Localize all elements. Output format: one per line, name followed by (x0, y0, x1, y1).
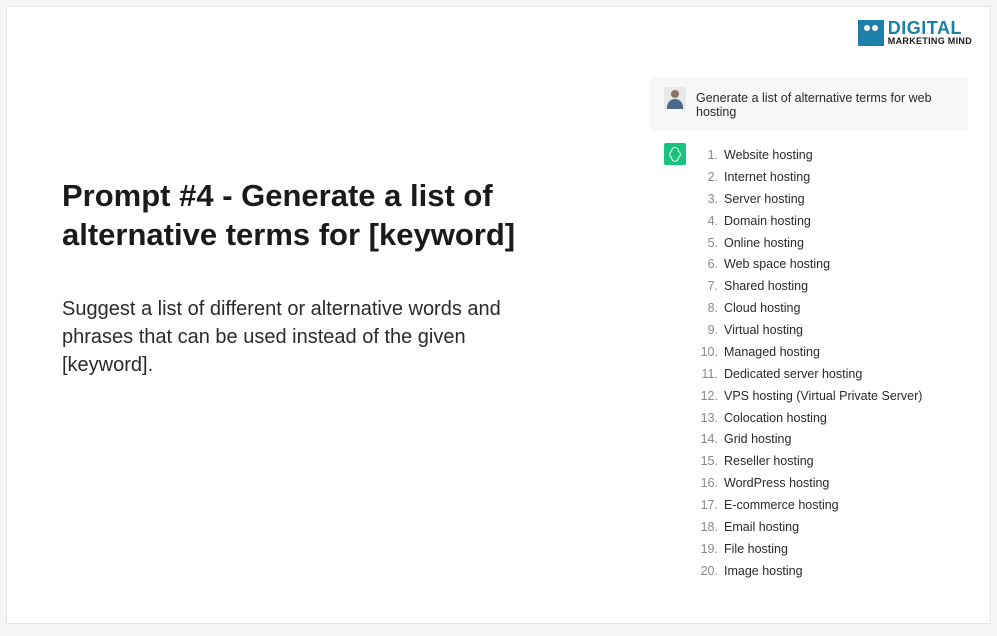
list-item: Domain hosting (700, 211, 922, 233)
list-item: Internet hosting (700, 167, 922, 189)
response-list: Website hosting Internet hosting Server … (700, 143, 922, 583)
list-item: Website hosting (700, 145, 922, 167)
slide-description: Suggest a list of different or alternati… (62, 295, 522, 379)
logo-text-bottom: MARKETING MIND (888, 37, 972, 46)
list-item: Cloud hosting (700, 298, 922, 320)
list-item: Web space hosting (700, 254, 922, 276)
slide-page: DIGITAL MARKETING MIND Prompt #4 - Gener… (6, 6, 991, 624)
list-item: Grid hosting (700, 429, 922, 451)
user-avatar-icon (664, 87, 686, 109)
user-prompt-box: Generate a list of alternative terms for… (650, 77, 968, 131)
ai-avatar-icon (664, 143, 686, 165)
slide-heading: Prompt #4 - Generate a list of alternati… (62, 177, 620, 255)
list-item: Image hosting (700, 561, 922, 583)
list-item: Online hosting (700, 233, 922, 255)
list-item: WordPress hosting (700, 473, 922, 495)
list-item: E-commerce hosting (700, 495, 922, 517)
left-column: Prompt #4 - Generate a list of alternati… (7, 7, 650, 623)
list-item: Reseller hosting (700, 451, 922, 473)
user-prompt-text: Generate a list of alternative terms for… (696, 87, 954, 119)
logo-text: DIGITAL MARKETING MIND (888, 19, 972, 46)
list-item: File hosting (700, 539, 922, 561)
list-item: Virtual hosting (700, 320, 922, 342)
right-column: Generate a list of alternative terms for… (650, 7, 990, 623)
logo-icon (858, 20, 884, 46)
list-item: Managed hosting (700, 342, 922, 364)
list-item: Colocation hosting (700, 408, 922, 430)
list-item: Server hosting (700, 189, 922, 211)
list-item: VPS hosting (Virtual Private Server) (700, 386, 922, 408)
logo-text-top: DIGITAL (888, 19, 972, 37)
list-item: Shared hosting (700, 276, 922, 298)
ai-response-box: Website hosting Internet hosting Server … (650, 143, 968, 583)
list-item: Email hosting (700, 517, 922, 539)
brand-logo: DIGITAL MARKETING MIND (858, 19, 972, 46)
list-item: Dedicated server hosting (700, 364, 922, 386)
